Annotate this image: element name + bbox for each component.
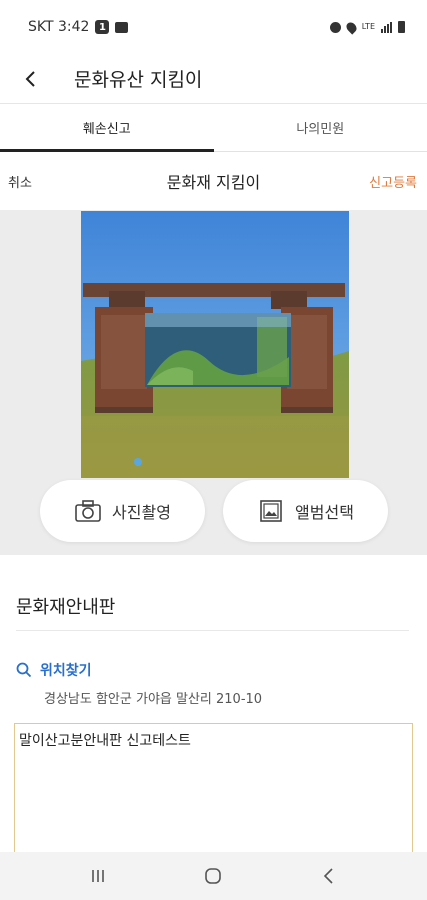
system-back-button[interactable] <box>309 856 349 896</box>
search-icon <box>16 662 32 678</box>
photo-image <box>81 211 349 478</box>
image-icon <box>260 500 282 522</box>
report-form: 문화재안내판 위치찾기 경상남도 함안군 가야읍 말산리 210-10 <box>0 555 427 863</box>
app-header: 문화유산 지킴이 <box>0 54 427 104</box>
notification-badge: 1 <box>95 20 110 34</box>
cancel-button[interactable]: 취소 <box>8 172 32 191</box>
home-button[interactable] <box>193 856 233 896</box>
take-photo-button[interactable]: 사진촬영 <box>40 480 205 542</box>
status-bar: SKT 3:42 1 LTE <box>0 0 427 54</box>
alarm-icon <box>329 21 341 33</box>
system-nav-bar <box>0 852 427 900</box>
find-location-button[interactable]: 위치찾기 <box>16 660 92 680</box>
chevron-left-icon <box>25 70 35 87</box>
back-button[interactable] <box>0 54 62 104</box>
back-icon <box>324 868 333 884</box>
recents-icon <box>92 870 104 882</box>
divider <box>16 630 409 631</box>
tab-bar: 훼손신고 나의민원 <box>0 104 427 152</box>
form-title: 문화재 지킴이 <box>166 173 261 192</box>
status-left: SKT 3:42 1 <box>28 19 129 35</box>
message-icon <box>115 21 129 33</box>
signal-icon <box>381 21 392 33</box>
carrier-time: SKT 3:42 <box>28 19 90 35</box>
home-icon <box>205 868 222 884</box>
battery-icon <box>398 21 405 33</box>
page-title: 문화유산 지킴이 <box>74 69 203 91</box>
select-album-button[interactable]: 앨범선택 <box>223 480 388 542</box>
camera-icon <box>75 500 101 522</box>
report-description-field[interactable] <box>14 723 413 863</box>
address-text: 경상남도 함안군 가야읍 말산리 210-10 <box>44 692 263 707</box>
heritage-name: 문화재안내판 <box>16 597 116 618</box>
status-right: LTE <box>329 19 405 35</box>
register-report-button[interactable]: 신고등록 <box>369 172 417 191</box>
lte-indicator: LTE <box>361 22 375 31</box>
action-bar: 취소 문화재 지킴이 신고등록 <box>0 152 427 210</box>
find-location-label: 위치찾기 <box>40 663 92 679</box>
heritage-signboard-photo[interactable] <box>81 211 349 478</box>
recents-button[interactable] <box>78 856 118 896</box>
location-pin-icon <box>344 19 359 35</box>
carousel-indicator <box>134 458 142 466</box>
take-photo-label: 사진촬영 <box>112 503 171 522</box>
select-album-label: 앨범선택 <box>295 503 354 522</box>
tab-damage-report[interactable]: 훼손신고 <box>0 104 214 152</box>
tab-my-complaints[interactable]: 나의민원 <box>214 104 427 151</box>
